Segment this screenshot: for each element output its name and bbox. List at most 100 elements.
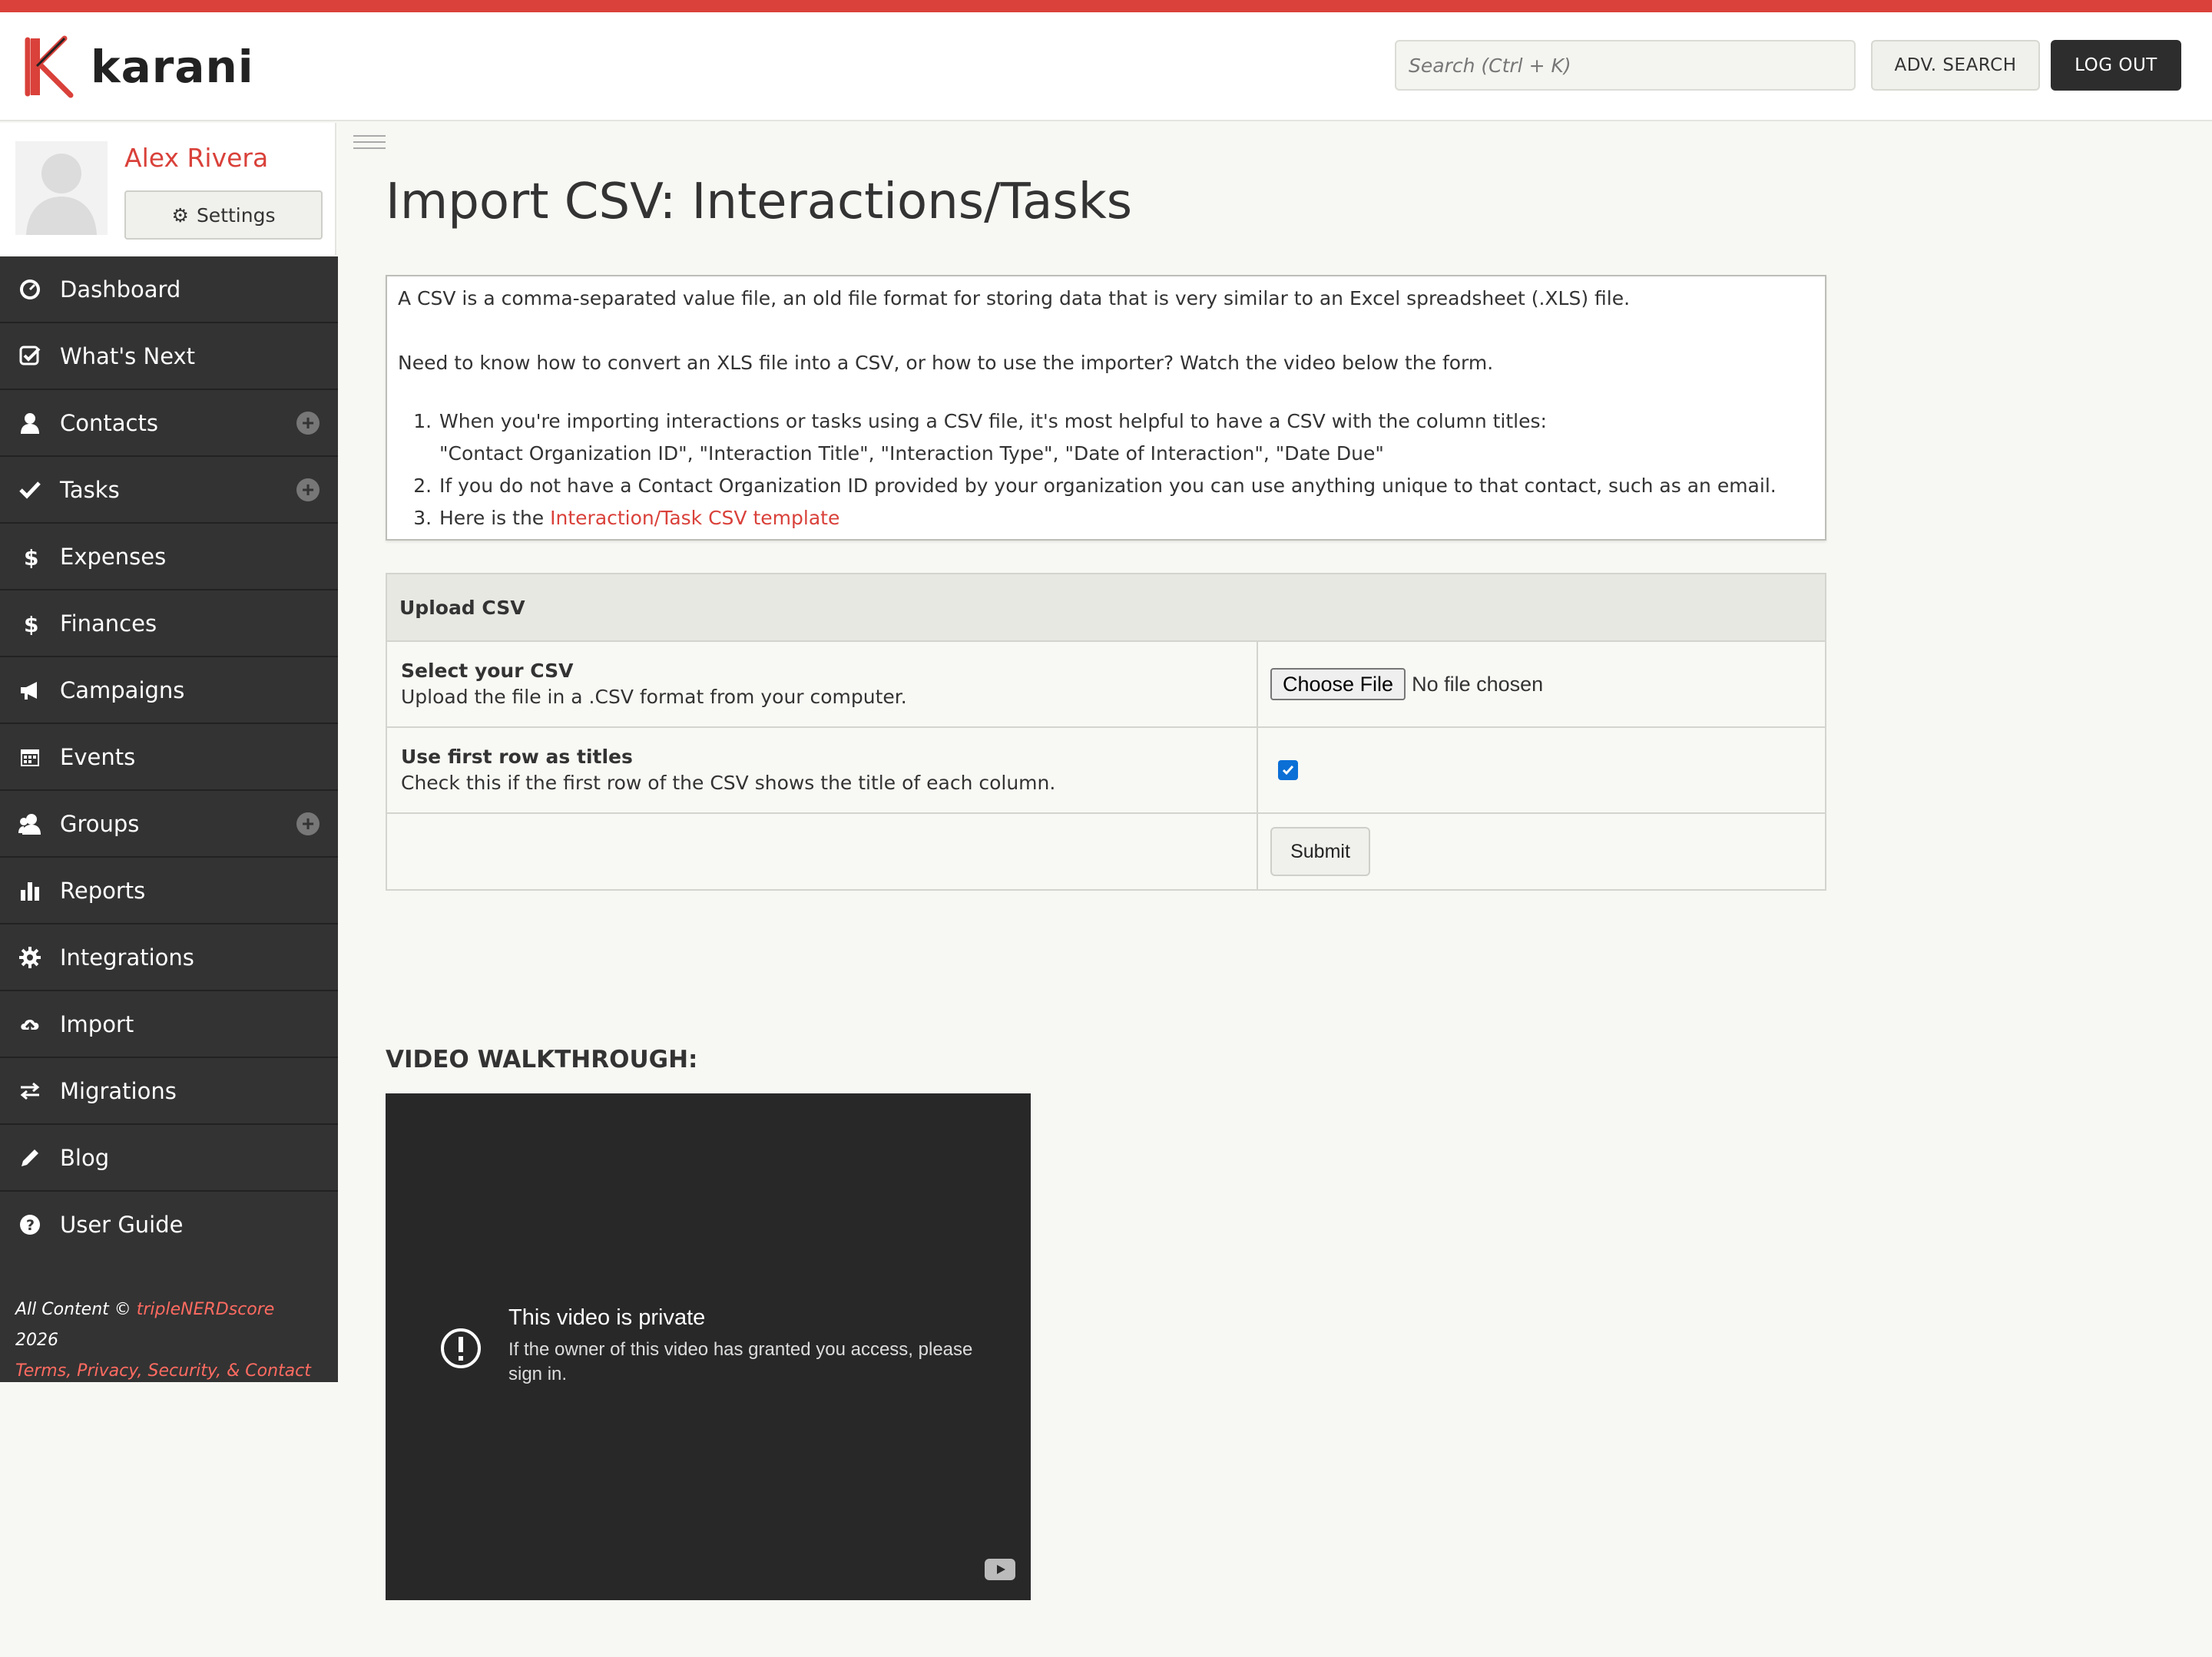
top-accent-stripe — [0, 0, 2212, 12]
logout-button[interactable]: LOG OUT — [2051, 40, 2181, 91]
add-circle-icon[interactable]: + — [296, 412, 320, 435]
sidebar-item-blog[interactable]: Blog — [0, 1125, 338, 1192]
pencil-icon — [17, 1145, 43, 1171]
add-circle-icon[interactable]: + — [296, 812, 320, 835]
sidebar-item-contacts[interactable]: Contacts + — [0, 390, 338, 457]
sidebar-item-expenses[interactable]: $ Expenses — [0, 524, 338, 590]
sidebar-item-label: Campaigns — [60, 676, 185, 703]
profile-card: Alex Rivera ⚙ Settings — [0, 123, 336, 255]
sidebar-item-label: Integrations — [60, 944, 194, 971]
video-private-message: If the owner of this video has granted y… — [508, 1339, 973, 1384]
submit-button[interactable]: Submit — [1270, 827, 1370, 876]
menu-toggle-icon[interactable] — [353, 135, 386, 154]
svg-text:?: ? — [26, 1217, 35, 1234]
main-navigation: Dashboard What's Next Contacts + Tasks + $ Expe… — [0, 256, 338, 1258]
sidebar-item-integrations[interactable]: Integrations — [0, 924, 338, 991]
alert-circle-icon — [441, 1328, 481, 1368]
file-status: No file chosen — [1412, 672, 1544, 696]
video-private-title: This video is private — [508, 1305, 706, 1330]
first-row-title: Use first row as titles — [401, 746, 633, 768]
check-square-icon — [17, 343, 43, 369]
bar-chart-icon — [17, 878, 43, 904]
upload-csv-form: Upload CSV Select your CSV Upload the fi… — [386, 573, 1826, 891]
page-title: Import CSV: Interactions/Tasks — [386, 174, 1133, 230]
logo-text: karani — [91, 41, 254, 93]
form-row-submit: Submit — [387, 814, 1825, 889]
search-input[interactable] — [1395, 40, 1856, 91]
sidebar-item-dashboard[interactable]: Dashboard — [0, 256, 338, 323]
group-icon — [17, 811, 43, 837]
instructions-list: When you're importing interactions or ta… — [398, 405, 1814, 534]
sidebar-item-label: Tasks — [60, 476, 120, 503]
gear-icon — [17, 944, 43, 971]
sidebar-item-import[interactable]: Import — [0, 991, 338, 1058]
megaphone-icon — [17, 677, 43, 703]
brand-link[interactable]: tripleNERDscore — [137, 1300, 275, 1319]
settings-button[interactable]: ⚙ Settings — [124, 190, 323, 240]
sidebar: Alex Rivera ⚙ Settings Dashboard What's N… — [0, 123, 338, 1382]
youtube-icon[interactable] — [985, 1559, 1015, 1580]
cloud-upload-icon — [17, 1011, 43, 1037]
sidebar-item-label: Expenses — [60, 543, 167, 570]
profile-name[interactable]: Alex Rivera — [124, 143, 268, 173]
sidebar-item-groups[interactable]: Groups + — [0, 791, 338, 858]
sidebar-item-label: Import — [60, 1010, 134, 1037]
step-1-columns: "Contact Organization ID", "Interaction … — [439, 442, 1384, 465]
upload-heading: Upload CSV — [387, 574, 1825, 642]
sidebar-item-label: What's Next — [60, 342, 196, 369]
dollar-icon: $ — [17, 544, 43, 570]
question-circle-icon: ? — [17, 1212, 43, 1238]
settings-label: Settings — [196, 203, 276, 227]
sidebar-item-campaigns[interactable]: Campaigns — [0, 657, 338, 724]
step-3-prefix: Here is the — [439, 507, 551, 529]
check-icon — [1282, 766, 1294, 776]
sidebar-item-label: Contacts — [60, 409, 158, 436]
user-icon — [17, 410, 43, 436]
sidebar-item-finances[interactable]: $ Finances — [0, 590, 338, 657]
sidebar-item-label: User Guide — [60, 1211, 184, 1238]
dollar-icon: $ — [17, 610, 43, 637]
sidebar-item-label: Events — [60, 743, 136, 770]
svg-text:$: $ — [24, 612, 38, 635]
sidebar-item-user-guide[interactable]: ? User Guide — [0, 1192, 338, 1258]
karani-logo-icon — [25, 35, 74, 98]
sidebar-item-label: Dashboard — [60, 276, 181, 303]
sidebar-item-events[interactable]: Events — [0, 724, 338, 791]
sidebar-item-what-s-next[interactable]: What's Next — [0, 323, 338, 390]
avatar[interactable] — [15, 141, 108, 235]
adv-search-button[interactable]: ADV. SEARCH — [1871, 40, 2040, 91]
intro-text-2: Need to know how to convert an XLS file … — [398, 352, 1494, 374]
copyright-year: 2026 — [15, 1331, 58, 1350]
form-row-first-row-titles: Use first row as titles Check this if th… — [387, 728, 1825, 814]
sidebar-item-tasks[interactable]: Tasks + — [0, 457, 338, 524]
sidebar-footer: All Content © tripleNERDscore 2026 Terms… — [0, 1256, 338, 1382]
choose-file-button[interactable]: Choose File — [1270, 668, 1406, 700]
sidebar-item-label: Groups — [60, 810, 140, 837]
instruction-step: Here is the Interaction/Task CSV templat… — [438, 502, 1814, 534]
sidebar-item-reports[interactable]: Reports — [0, 858, 338, 924]
top-header: karani ADV. SEARCH LOG OUT — [0, 12, 2212, 121]
svg-text:$: $ — [24, 545, 38, 568]
sidebar-item-label: Finances — [60, 610, 157, 637]
check-icon — [17, 477, 43, 503]
instruction-step: If you do not have a Contact Organizatio… — [438, 470, 1814, 502]
instructions-box: A CSV is a comma-separated value file, a… — [386, 275, 1826, 541]
sidebar-item-label: Blog — [60, 1144, 110, 1171]
karani-logo[interactable]: karani — [23, 35, 254, 98]
gear-icon: ⚙ — [171, 203, 189, 227]
sidebar-item-migrations[interactable]: Migrations — [0, 1058, 338, 1125]
calendar-icon — [17, 744, 43, 770]
dashboard-icon — [17, 276, 43, 303]
csv-template-link[interactable]: Interaction/Task CSV template — [550, 507, 839, 529]
intro-text-1: A CSV is a comma-separated value file, a… — [398, 287, 1631, 309]
exchange-icon — [17, 1078, 43, 1104]
video-heading: VIDEO WALKTHROUGH: — [386, 1046, 698, 1073]
first-row-checkbox[interactable] — [1278, 760, 1298, 780]
copyright-prefix: All Content © — [15, 1300, 131, 1319]
step-1-text: When you're importing interactions or ta… — [439, 410, 1547, 432]
video-player[interactable]: This video is private If the owner of th… — [386, 1093, 1031, 1600]
add-circle-icon[interactable]: + — [296, 478, 320, 501]
select-csv-description: Upload the file in a .CSV format from yo… — [401, 686, 907, 708]
legal-links[interactable]: Terms, Privacy, Security, & Contact — [15, 1361, 311, 1381]
instruction-step: When you're importing interactions or ta… — [438, 405, 1814, 470]
